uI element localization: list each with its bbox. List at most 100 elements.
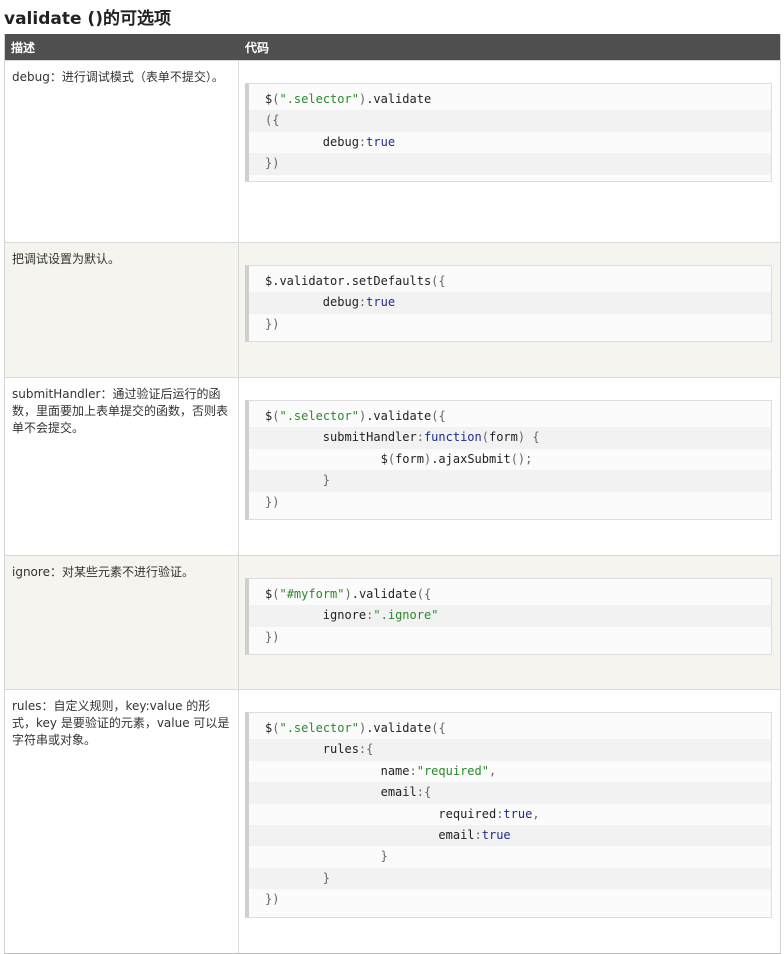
table-row-ignore: ignore：对某些元素不进行验证。 $("#myform").validate… bbox=[5, 555, 780, 689]
page-title: validate ()的可选项 bbox=[4, 9, 171, 29]
code-token: rules bbox=[265, 742, 359, 757]
code-line: ignore:".ignore" bbox=[249, 605, 771, 627]
code-token: .validate bbox=[366, 721, 432, 735]
row-description: ignore：对某些元素不进行验证。 bbox=[5, 556, 239, 689]
code-token: true bbox=[366, 134, 396, 149]
code-line: $(".selector").validate bbox=[249, 89, 771, 110]
code-token: ) bbox=[344, 587, 352, 601]
code-token: }) bbox=[265, 316, 280, 331]
code-token: ".selector" bbox=[279, 409, 359, 423]
code-line: $("#myform").validate({ bbox=[249, 584, 771, 605]
code-token: } bbox=[265, 870, 331, 885]
code-line: } bbox=[249, 846, 771, 867]
table-row-rules: rules：自定义规则，key:value 的形式，key 是要验证的元素，va… bbox=[5, 689, 780, 953]
code-token: true bbox=[366, 295, 396, 310]
code-token: ".ignore" bbox=[373, 608, 439, 623]
code-token: , bbox=[532, 806, 540, 821]
code-token: "#myform" bbox=[279, 587, 345, 601]
code-line: $(".selector").validate({ bbox=[249, 718, 771, 739]
code-line: } bbox=[249, 470, 771, 492]
code-line: required:true, bbox=[249, 804, 771, 825]
code-line: email:{ bbox=[249, 782, 771, 804]
table-row-set-defaults: 把调试设置为默认。 $.validator.setDefaults({ debu… bbox=[5, 242, 780, 377]
row-code-cell: $("#myform").validate({ ignore:".ignore"… bbox=[239, 556, 780, 689]
code-token: .validate bbox=[366, 409, 432, 423]
row-description: submitHandler：通过验证后运行的函数，里面要加上表单提交的函数，否则… bbox=[5, 378, 239, 555]
code-token: ( bbox=[387, 451, 396, 466]
code-line: debug:true bbox=[249, 132, 771, 153]
code-line: }) bbox=[249, 889, 771, 910]
code-token: debug bbox=[265, 134, 359, 149]
code-token: ( bbox=[481, 430, 489, 445]
code-token: (); bbox=[510, 451, 533, 466]
code-token: ({ bbox=[265, 113, 280, 128]
code-token: .ajaxSubmit bbox=[431, 451, 511, 466]
code-line: } bbox=[249, 867, 771, 890]
code-line: }) bbox=[249, 627, 771, 648]
code-token: }) bbox=[265, 156, 280, 171]
code-token: email bbox=[265, 785, 417, 800]
code-token: }) bbox=[265, 494, 280, 509]
code-block: $(".selector").validate({ submitHandler:… bbox=[245, 400, 772, 520]
row-code-cell: $.validator.setDefaults({ debug:true}) bbox=[239, 243, 780, 377]
code-line: $(form).ajaxSubmit(); bbox=[249, 449, 771, 470]
row-code-cell: $(".selector").validate ({ debug:true}) bbox=[239, 61, 780, 242]
code-line: rules:{ bbox=[249, 739, 771, 761]
code-token: ".selector" bbox=[279, 92, 359, 106]
code-line: }) bbox=[249, 153, 771, 175]
code-block: $(".selector").validate ({ debug:true}) bbox=[245, 83, 772, 182]
code-token: ({ bbox=[431, 274, 446, 288]
row-description: debug：进行调试模式（表单不提交）。 bbox=[5, 61, 239, 242]
code-token: submitHandler bbox=[265, 430, 417, 445]
code-token: :{ bbox=[358, 742, 374, 757]
code-token: : bbox=[416, 430, 424, 445]
row-code-cell: $(".selector").validate({ submitHandler:… bbox=[239, 378, 780, 555]
options-table: 描述 代码 debug：进行调试模式（表单不提交）。 $(".selector"… bbox=[4, 34, 781, 954]
code-token: function bbox=[423, 430, 482, 445]
code-token: } bbox=[265, 473, 331, 488]
code-token: $.validator.setDefaults bbox=[265, 274, 432, 288]
code-line: debug:true bbox=[249, 292, 771, 314]
code-token: debug bbox=[265, 295, 359, 310]
code-token: required bbox=[265, 806, 497, 821]
code-token: name bbox=[265, 763, 410, 778]
row-description: 把调试设置为默认。 bbox=[5, 243, 239, 377]
code-token: .validate bbox=[351, 587, 417, 601]
code-token: true bbox=[503, 806, 533, 821]
code-token: ({ bbox=[431, 409, 446, 423]
code-line: email:true bbox=[249, 824, 771, 847]
code-token: form bbox=[395, 451, 424, 466]
code-token: ignore bbox=[265, 608, 367, 623]
code-token: form bbox=[488, 430, 518, 445]
code-token: true bbox=[481, 827, 511, 842]
code-token: .validate bbox=[366, 92, 432, 106]
table-row-debug: debug：进行调试模式（表单不提交）。 $(".selector").vali… bbox=[5, 60, 780, 242]
table-header: 描述 代码 bbox=[5, 34, 780, 60]
table-row-submit-handler: submitHandler：通过验证后运行的函数，里面要加上表单提交的函数，否则… bbox=[5, 377, 780, 555]
code-block: $(".selector").validate({ rules:{ name:"… bbox=[245, 712, 772, 918]
code-token: email bbox=[265, 827, 475, 842]
code-block: $.validator.setDefaults({ debug:true}) bbox=[245, 265, 772, 343]
code-token: }) bbox=[265, 892, 280, 907]
code-line: submitHandler:function(form) { bbox=[249, 427, 771, 449]
code-token: ({ bbox=[431, 721, 446, 735]
code-line: }) bbox=[249, 314, 771, 335]
code-token: { bbox=[525, 430, 540, 445]
code-line: }) bbox=[249, 492, 771, 513]
code-token: : bbox=[474, 827, 482, 842]
header-description: 描述 bbox=[11, 40, 36, 55]
code-token: ({ bbox=[416, 587, 432, 601]
code-token: :{ bbox=[416, 785, 432, 800]
code-token: , bbox=[488, 763, 497, 778]
code-token: }) bbox=[265, 629, 280, 644]
header-code: 代码 bbox=[245, 40, 270, 55]
row-description: rules：自定义规则，key:value 的形式，key 是要验证的元素，va… bbox=[5, 690, 239, 953]
code-token: ".selector" bbox=[279, 721, 359, 735]
row-code-cell: $(".selector").validate({ rules:{ name:"… bbox=[239, 690, 780, 953]
code-token: : bbox=[409, 763, 417, 778]
code-block: $("#myform").validate({ ignore:".ignore"… bbox=[245, 578, 772, 656]
code-line: name:"required", bbox=[249, 761, 771, 782]
code-token: } bbox=[265, 849, 388, 864]
code-line: $(".selector").validate({ bbox=[249, 406, 771, 427]
code-token: $ bbox=[265, 451, 388, 466]
